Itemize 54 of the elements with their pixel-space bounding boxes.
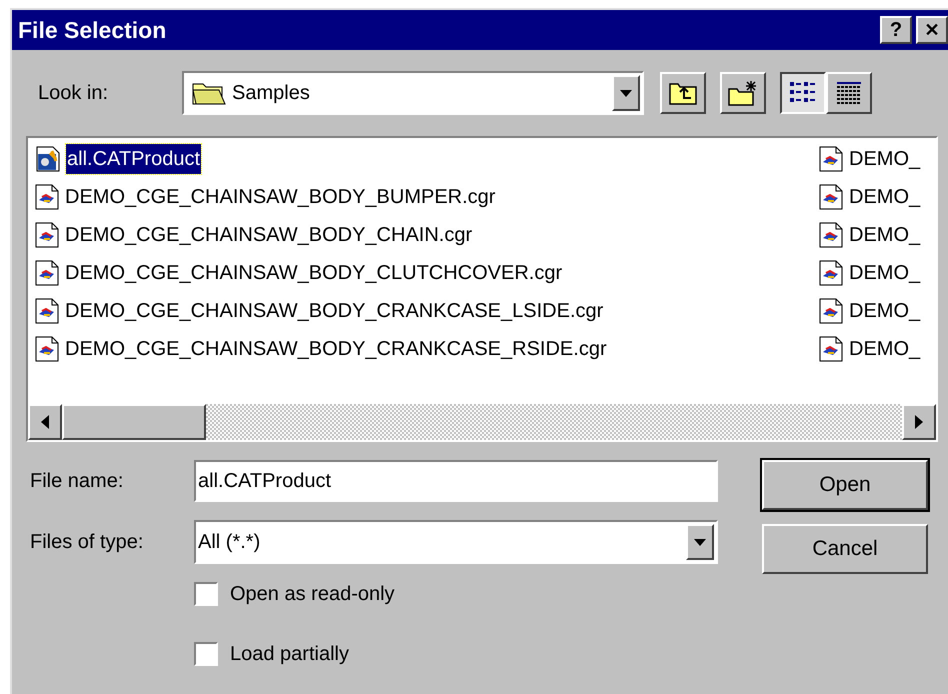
cgr-file-icon xyxy=(818,259,844,287)
cgr-file-icon xyxy=(818,335,844,363)
file-item[interactable]: DEMO_ xyxy=(848,258,922,288)
help-button[interactable]: ? xyxy=(880,16,912,44)
file-name-field[interactable]: all.CATProduct xyxy=(194,460,718,502)
scroll-right-button[interactable] xyxy=(902,404,936,440)
dropdown-button[interactable] xyxy=(686,524,714,560)
right-arrow-icon xyxy=(915,415,923,429)
file-name-label: File name: xyxy=(30,469,124,494)
cgr-file-icon xyxy=(34,297,60,325)
cgr-file-icon xyxy=(34,259,60,287)
checkbox[interactable] xyxy=(194,642,218,666)
look-in-label: Look in: xyxy=(38,81,110,106)
checkbox-label: Load partially xyxy=(230,642,349,667)
close-button[interactable]: ✕ xyxy=(916,16,948,44)
dialog-button[interactable]: Cancel xyxy=(762,524,928,574)
cgr-file-icon xyxy=(818,183,844,211)
toolbar-button[interactable] xyxy=(780,72,826,114)
product-file-icon xyxy=(34,145,62,173)
look-in-dropdown[interactable]: Samples xyxy=(182,71,644,115)
checkbox[interactable] xyxy=(194,582,218,606)
cgr-file-icon xyxy=(818,221,844,249)
file-item[interactable]: DEMO_CGE_CHAINSAW_BODY_CHAIN.cgr xyxy=(64,220,474,250)
file-type-label: Files of type: xyxy=(30,530,144,555)
cgr-file-icon xyxy=(818,145,844,173)
file-item[interactable]: DEMO_CGE_CHAINSAW_BODY_BUMPER.cgr xyxy=(64,182,496,212)
file-item[interactable]: DEMO_CGE_CHAINSAW_BODY_CRANKCASE_RSIDE.cgr xyxy=(64,334,608,364)
dropdown-arrow-icon xyxy=(694,538,706,546)
file-type-dropdown[interactable]: All (*.*) xyxy=(194,520,718,564)
file-type-value: All (*.*) xyxy=(198,530,262,555)
cgr-file-icon xyxy=(34,221,60,249)
file-item[interactable]: DEMO_CGE_CHAINSAW_BODY_CLUTCHCOVER.cgr xyxy=(64,258,564,288)
dropdown-button[interactable] xyxy=(612,75,640,111)
scroll-left-button[interactable] xyxy=(28,404,62,440)
details-view-icon xyxy=(834,80,864,106)
scroll-thumb[interactable] xyxy=(62,404,206,440)
checkbox-label: Open as read-only xyxy=(230,582,395,607)
cgr-file-icon xyxy=(34,335,60,363)
file-item[interactable]: DEMO_ xyxy=(848,182,922,212)
look-in-value: Samples xyxy=(232,81,311,106)
file-item[interactable]: DEMO_ xyxy=(848,220,922,250)
file-item[interactable]: DEMO_CGE_CHAINSAW_BODY_CRANKCASE_LSIDE.cgr xyxy=(64,296,604,326)
left-arrow-icon xyxy=(41,415,49,429)
new-folder-icon xyxy=(727,79,759,107)
file-item[interactable]: DEMO_ xyxy=(848,296,922,326)
file-item[interactable]: DEMO_ xyxy=(848,144,922,174)
file-item[interactable]: all.CATProduct xyxy=(66,144,202,174)
dialog-button[interactable]: Open xyxy=(762,460,928,510)
horizontal-scrollbar[interactable] xyxy=(28,404,936,440)
window-title: File Selection xyxy=(18,16,168,45)
dropdown-arrow-icon xyxy=(620,90,632,96)
cgr-file-icon xyxy=(818,297,844,325)
cgr-file-icon xyxy=(34,183,60,211)
file-item[interactable]: DEMO_ xyxy=(848,334,922,364)
